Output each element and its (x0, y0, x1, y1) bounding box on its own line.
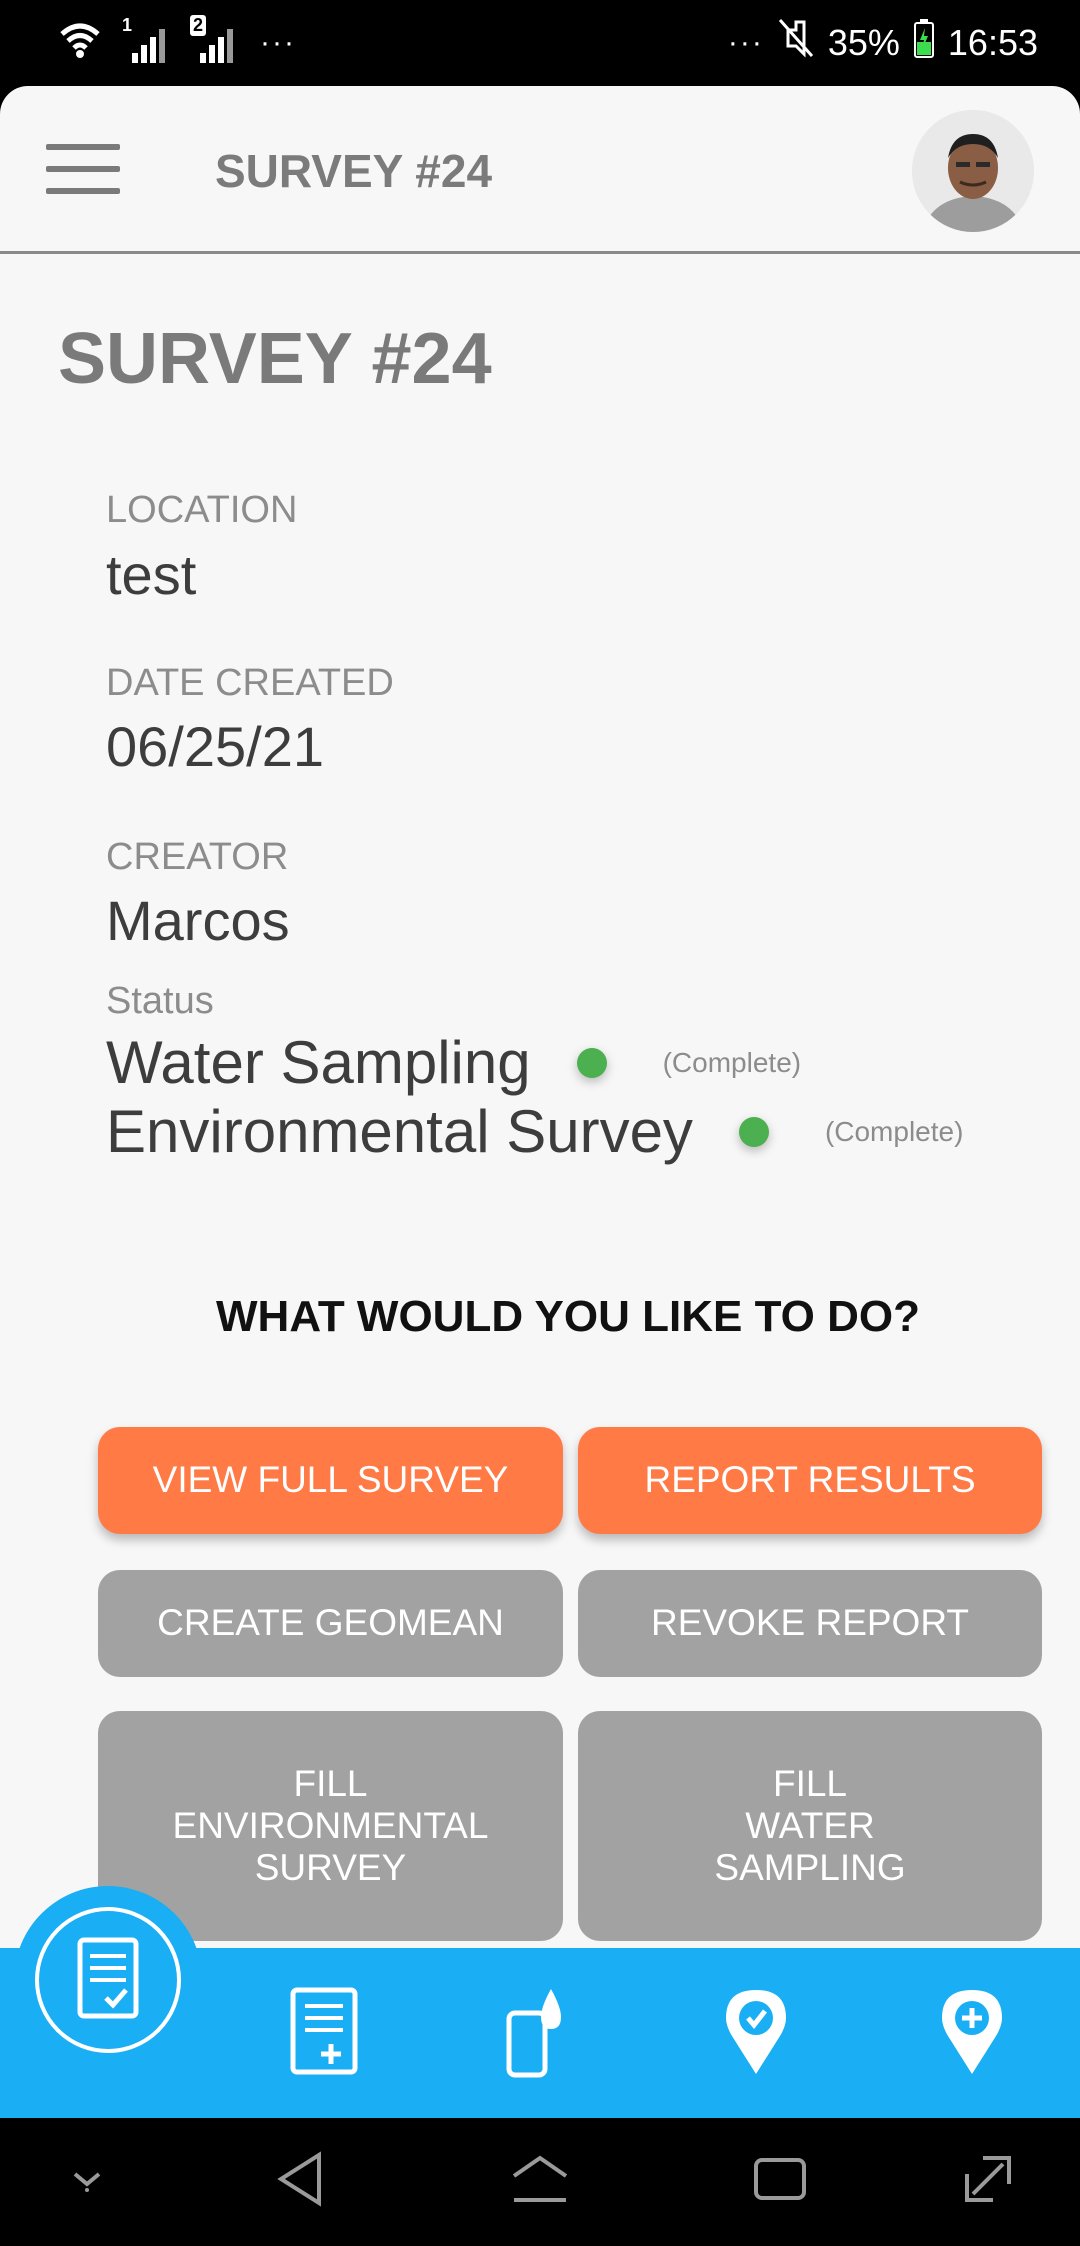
status-bar: 1 2 ··· ··· 35% 16:53 (0, 0, 1080, 88)
nav-water-sample[interactable] (432, 1948, 648, 2118)
signal-sim2-icon: 2 (190, 14, 238, 65)
status-bar-right: ··· 35% 16:53 (728, 18, 1038, 67)
app-header: SURVEY #24 (0, 86, 1080, 254)
status-bar-left: 1 2 ··· (58, 14, 296, 67)
report-results-button[interactable]: REPORT RESULTS (578, 1427, 1042, 1534)
status-more-left: ··· (260, 25, 296, 59)
date-created-label: DATE CREATED (106, 662, 394, 704)
back-button[interactable] (255, 2146, 345, 2216)
header-title: SURVEY #24 (215, 145, 493, 197)
wifi-icon (58, 18, 102, 67)
fill-water-sampling-button[interactable]: FILL WATER SAMPLING (578, 1711, 1042, 1941)
hide-nav-button[interactable] (42, 2146, 132, 2216)
status-complete-dot (738, 1116, 769, 1147)
expand-button[interactable] (943, 2146, 1033, 2216)
recents-icon (752, 2156, 808, 2207)
survey-list-icon (76, 1936, 140, 2025)
status-state: (Complete) (824, 1115, 964, 1147)
battery-icon (913, 18, 934, 67)
mute-icon (778, 18, 814, 67)
nav-location-check[interactable] (648, 1948, 864, 2118)
recents-button[interactable] (735, 2146, 825, 2216)
button-line: ENVIRONMENTAL (172, 1804, 489, 1846)
status-state: (Complete) (662, 1046, 802, 1078)
status-row-water-sampling: Water Sampling (Complete) (106, 1028, 801, 1097)
signal-sim1-icon: 1 (122, 15, 170, 65)
button-line: FILL (293, 1762, 368, 1804)
button-line: WATER (745, 1804, 875, 1846)
avatar[interactable] (912, 110, 1034, 232)
location-add-icon (940, 1986, 1004, 2081)
view-full-survey-button[interactable]: VIEW FULL SURVEY (98, 1427, 563, 1534)
nav-new-survey[interactable] (216, 1948, 432, 2118)
sim1-label: 1 (122, 14, 133, 35)
menu-icon[interactable] (46, 144, 122, 196)
date-created-value: 06/25/21 (106, 715, 324, 778)
fab-ring (35, 1907, 181, 2053)
creator-label: CREATOR (106, 836, 289, 878)
button-line: FILL (772, 1762, 848, 1804)
action-prompt: WHAT WOULD YOU LIKE TO DO? (216, 1292, 920, 1341)
app-screen: SURVEY #24 SURVEY #24 LOCATION test DATE… (0, 86, 1080, 2118)
system-nav-bar (0, 2118, 1080, 2246)
battery-percent: 35% (827, 21, 900, 63)
status-row-environmental-survey: Environmental Survey (Complete) (106, 1097, 963, 1166)
sim2-label: 2 (190, 14, 207, 36)
status-complete-dot (576, 1047, 607, 1078)
status-name: Environmental Survey (106, 1098, 693, 1165)
nav-survey-list-fab[interactable] (14, 1886, 202, 2074)
chevron-down-icon (67, 2164, 107, 2199)
home-icon (510, 2154, 570, 2209)
status-name: Water Sampling (106, 1029, 531, 1096)
home-button[interactable] (495, 2146, 585, 2216)
button-line: SAMPLING (714, 1847, 906, 1889)
back-triangle-icon (275, 2150, 325, 2212)
revoke-report-button[interactable]: REVOKE REPORT (578, 1570, 1042, 1677)
location-value: test (106, 543, 197, 606)
clock: 16:53 (947, 21, 1038, 63)
status-label: Status (106, 980, 214, 1022)
page-title: SURVEY #24 (58, 319, 492, 399)
expand-icon (963, 2154, 1013, 2209)
nav-location-add[interactable] (864, 1948, 1080, 2118)
location-check-icon (724, 1986, 788, 2081)
status-more-right: ··· (727, 25, 764, 59)
creator-value: Marcos (106, 889, 290, 952)
create-geomean-button[interactable]: CREATE GEOMEAN (98, 1570, 563, 1677)
water-sample-icon (505, 1983, 575, 2084)
location-label: LOCATION (106, 489, 298, 531)
button-line: SURVEY (254, 1847, 407, 1889)
new-survey-icon (289, 1986, 359, 2081)
